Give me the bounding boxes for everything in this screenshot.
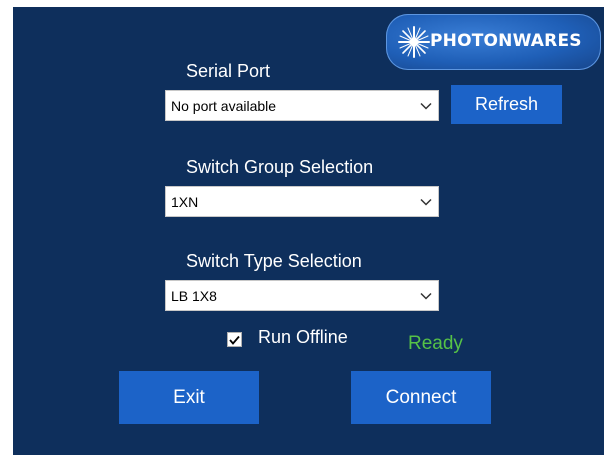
serial-port-select[interactable]: No port available xyxy=(165,90,439,121)
checkmark-icon xyxy=(229,335,240,345)
photonwares-logo: PHOTONWARES xyxy=(386,14,601,70)
serial-port-label: Serial Port xyxy=(186,61,271,81)
connect-button[interactable]: Connect xyxy=(351,371,491,424)
switch-group-select[interactable]: 1XN xyxy=(165,186,439,217)
switch-type-value: LB 1X8 xyxy=(171,287,217,304)
status-text: Ready xyxy=(408,333,463,354)
switch-group-value: 1XN xyxy=(171,193,199,210)
chevron-down-icon xyxy=(414,281,438,310)
refresh-button[interactable]: Refresh xyxy=(451,85,562,124)
chevron-down-icon xyxy=(414,187,438,216)
logo-text: PHOTONWARES xyxy=(430,31,582,51)
exit-button[interactable]: Exit xyxy=(119,371,259,424)
switch-type-label: Switch Type Selection xyxy=(186,251,362,271)
app-window: PHOTONWARES Serial Port No port availabl… xyxy=(13,7,604,455)
run-offline-checkbox[interactable] xyxy=(227,332,242,347)
serial-port-value: No port available xyxy=(171,97,277,114)
chevron-down-icon xyxy=(414,91,438,120)
switch-group-label: Switch Group Selection xyxy=(186,157,374,177)
switch-type-select[interactable]: LB 1X8 xyxy=(165,280,439,311)
run-offline-label[interactable]: Run Offline xyxy=(258,327,348,348)
starburst-icon xyxy=(398,26,430,58)
